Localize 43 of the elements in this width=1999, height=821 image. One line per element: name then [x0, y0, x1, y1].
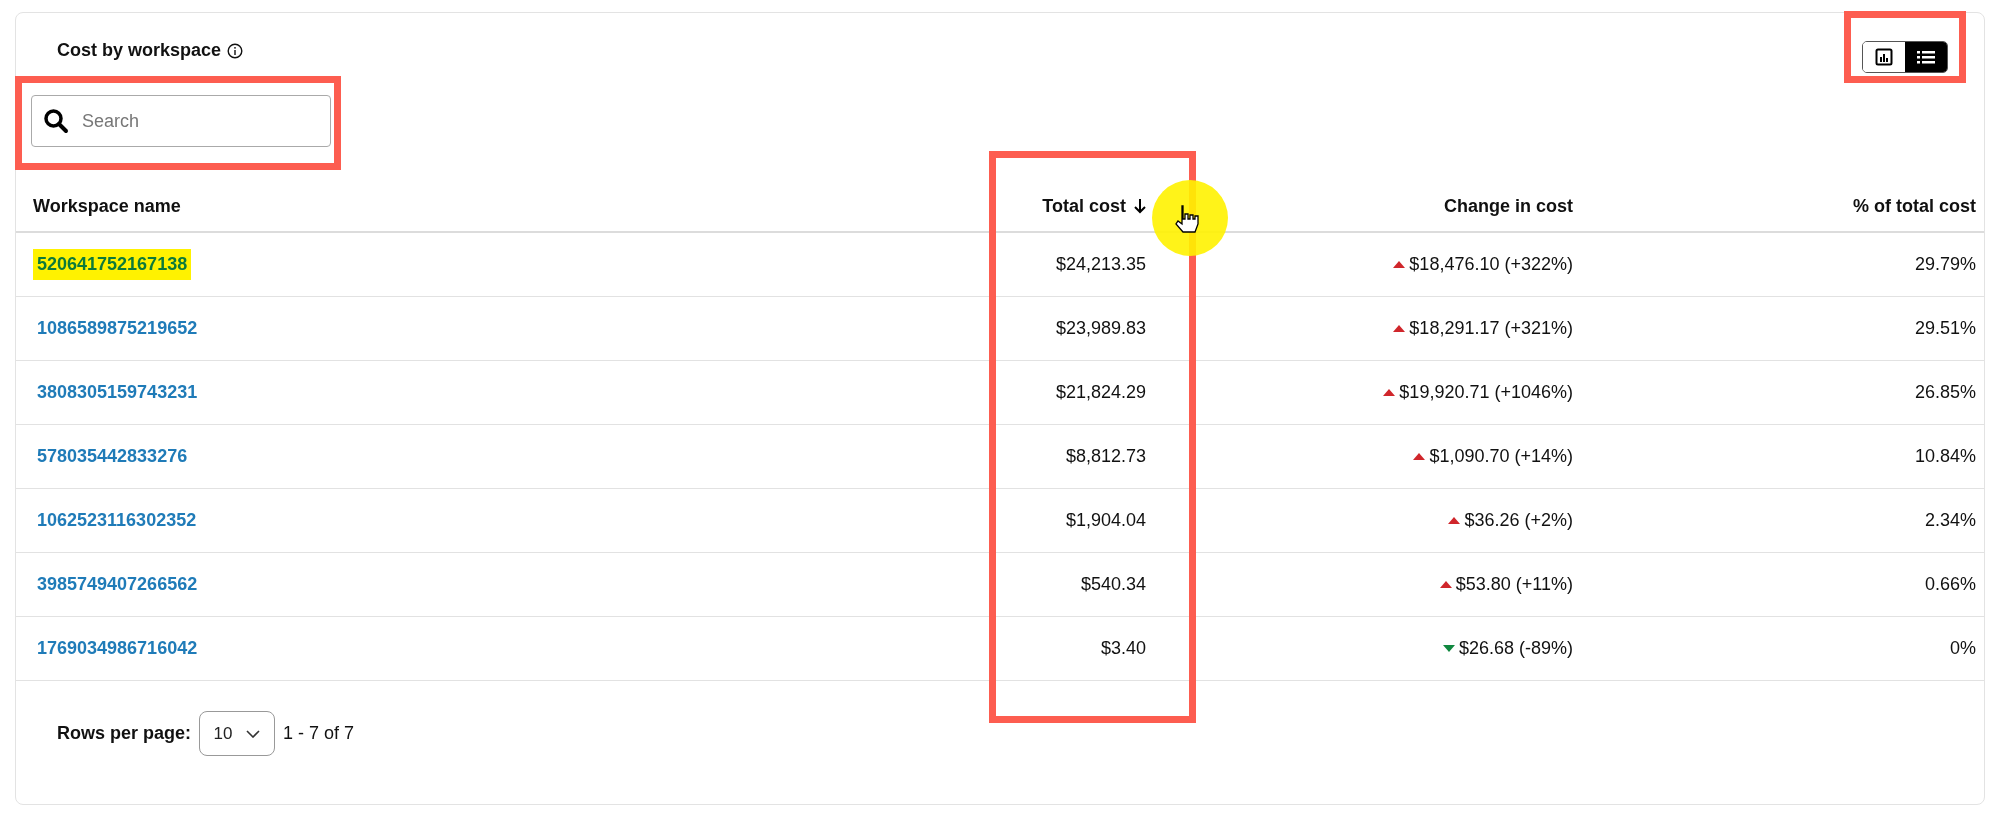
- info-icon: [227, 42, 244, 59]
- total-cost: $21,824.29: [1054, 381, 1146, 404]
- cost-share: 29.51%: [1913, 317, 1976, 340]
- cost-change: $1,090.70 (+14%): [1429, 445, 1573, 468]
- cost-share: 0.66%: [1923, 573, 1976, 596]
- cost-change: $18,476.10 (+322%): [1409, 253, 1573, 276]
- total-cost: $1,904.04: [1064, 509, 1146, 532]
- workspace-link[interactable]: 3985749407266562: [33, 569, 202, 600]
- search-field[interactable]: Search: [31, 95, 331, 147]
- column-header[interactable]: Change in cost: [1444, 192, 1573, 220]
- cost-change: $19,920.71 (+1046%): [1399, 381, 1573, 404]
- column-header[interactable]: Workspace name: [33, 192, 181, 220]
- column-header[interactable]: % of total cost: [1853, 192, 1976, 220]
- cost-share: 0%: [1949, 637, 1976, 660]
- rows-per-page-label: Rows per page:: [57, 722, 192, 745]
- cost-change: $53.80 (+11%): [1455, 573, 1573, 596]
- total-cost: $8,812.73: [1064, 445, 1146, 468]
- cost-share: 2.34%: [1923, 509, 1976, 532]
- cost-share: 29.79%: [1913, 253, 1976, 276]
- cost-share: 10.84%: [1913, 445, 1976, 468]
- workspace-link[interactable]: 578035442833276: [33, 441, 192, 472]
- page-range: 1 - 7 of 7: [283, 722, 355, 745]
- workspace-link[interactable]: 1086589875219652: [33, 313, 202, 344]
- workspace-link[interactable]: 1062523116302352: [33, 505, 201, 536]
- page-size-select[interactable]: 10: [199, 711, 276, 756]
- card-title: Cost by workspace: [57, 39, 222, 62]
- workspace-link[interactable]: 520641752167138: [33, 249, 192, 280]
- workspace-link[interactable]: 3808305159743231: [33, 377, 202, 408]
- cost-change: $26.68 (-89%): [1458, 637, 1573, 660]
- total-cost: $24,213.35: [1054, 253, 1146, 276]
- chevron-down-icon: [246, 729, 261, 738]
- search-icon: [43, 108, 69, 134]
- workspace-link[interactable]: 1769034986716042: [33, 633, 202, 664]
- total-cost: $540.34: [1079, 573, 1146, 596]
- list-icon: [1917, 49, 1935, 65]
- total-cost: $23,989.83: [1054, 317, 1146, 340]
- cost-change: $18,291.17 (+321%): [1409, 317, 1573, 340]
- cost-share: 26.85%: [1913, 381, 1976, 404]
- total-cost: $3.40: [1099, 637, 1146, 660]
- column-header[interactable]: Total cost: [1042, 192, 1146, 220]
- view-toggle[interactable]: [1905, 42, 1947, 72]
- cost-change: $36.26 (+2%): [1464, 509, 1573, 532]
- bar-chart-icon: [1875, 48, 1893, 66]
